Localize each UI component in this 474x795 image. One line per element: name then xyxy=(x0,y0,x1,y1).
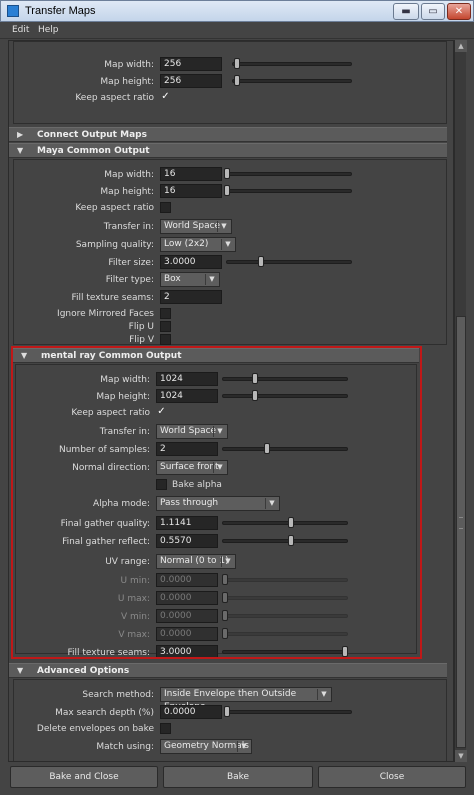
maya-flip-u-checkbox[interactable] xyxy=(160,321,171,332)
max-search-depth-label: Max search depth (%) xyxy=(55,708,154,718)
maya-filter-type-dropdown[interactable]: Box ▼ xyxy=(160,272,220,287)
maya-sampling-dropdown[interactable]: Low (2x2) ▼ xyxy=(160,237,236,252)
max-search-depth-slider[interactable] xyxy=(224,710,352,714)
max-search-depth-field[interactable]: 0.0000 xyxy=(160,705,222,719)
maya-sampling-label: Sampling quality: xyxy=(75,240,154,250)
top-section-frame: Map width: 256 Map height: 256 Keep aspe… xyxy=(13,41,447,124)
maximize-button[interactable]: ▭ xyxy=(421,3,445,20)
maya-common-header[interactable]: ▼ Maya Common Output xyxy=(9,143,447,158)
dropdown-value: World Space xyxy=(164,221,221,231)
match-using-dropdown[interactable]: Geometry Normals ▼ xyxy=(160,739,252,754)
maya-keep-aspect-checkbox[interactable] xyxy=(160,202,171,213)
minimize-button[interactable]: ▬ xyxy=(393,3,419,20)
highlight-annotation-box xyxy=(11,346,422,659)
maya-filter-size-label: Filter size: xyxy=(108,258,154,268)
keep-aspect-checkbox[interactable]: ✓ xyxy=(160,92,171,103)
maya-map-width-label: Map width: xyxy=(104,170,154,180)
map-height-slider-knob[interactable] xyxy=(234,75,240,86)
maya-fill-seams-label: Fill texture seams: xyxy=(71,293,154,303)
map-height-slider[interactable] xyxy=(232,79,352,83)
keep-aspect-label: Keep aspect ratio xyxy=(75,93,154,103)
maya-keep-aspect-label: Keep aspect ratio xyxy=(75,203,154,213)
search-method-dropdown[interactable]: Inside Envelope then Outside Envelope ▼ xyxy=(160,687,332,712)
maya-transfer-in-dropdown[interactable]: World Space ▼ xyxy=(160,219,232,234)
delete-envelopes-label: Delete envelopes on bake xyxy=(36,724,154,734)
maya-map-height-slider[interactable] xyxy=(224,189,352,193)
menu-bar: Edit Help xyxy=(0,22,474,39)
advanced-options-frame: Search method: Inside Envelope then Outs… xyxy=(13,679,447,761)
close-window-button[interactable]: ✕ xyxy=(447,3,471,20)
match-using-label: Match using: xyxy=(96,742,154,752)
window-title: Transfer Maps xyxy=(25,5,96,17)
delete-envelopes-checkbox[interactable] xyxy=(160,723,171,734)
search-method-label: Search method: xyxy=(82,690,154,700)
map-width-field[interactable]: 256 xyxy=(160,57,222,71)
title-bar: Transfer Maps ▬ ▭ ✕ xyxy=(0,0,474,22)
scroll-up-arrow-icon[interactable]: ▲ xyxy=(455,40,467,52)
maya-filter-size-slider[interactable] xyxy=(226,260,352,264)
maya-flip-u-label: Flip U xyxy=(128,322,154,332)
section-title: Connect Output Maps xyxy=(37,130,147,140)
maya-app-icon xyxy=(7,5,19,17)
map-width-slider-knob[interactable] xyxy=(234,58,240,69)
chevron-down-icon: ▼ xyxy=(209,275,215,283)
maya-filter-type-label: Filter type: xyxy=(105,275,154,285)
advanced-options-header[interactable]: ▼ Advanced Options xyxy=(9,663,447,678)
collapsed-arrow-icon: ▶ xyxy=(17,130,24,139)
scrollbar-thumb[interactable] xyxy=(456,316,466,748)
map-height-field[interactable]: 256 xyxy=(160,74,222,88)
section-title: Advanced Options xyxy=(37,666,130,676)
chevron-down-icon: ▼ xyxy=(225,240,231,248)
expanded-arrow-icon: ▼ xyxy=(17,666,24,675)
expanded-arrow-icon: ▼ xyxy=(17,146,24,155)
maya-map-height-field[interactable]: 16 xyxy=(160,184,222,198)
vertical-scrollbar[interactable]: ▲ ▼ xyxy=(454,40,467,762)
chevron-down-icon: ▼ xyxy=(241,742,247,750)
max-search-depth-slider-knob[interactable] xyxy=(224,706,230,717)
maya-filter-size-field[interactable]: 3.0000 xyxy=(160,255,222,269)
close-button[interactable]: Close xyxy=(318,766,466,788)
bake-button[interactable]: Bake xyxy=(163,766,313,788)
maya-common-frame: Map width: 16 Map height: 16 Keep aspect… xyxy=(13,159,447,345)
menu-edit[interactable]: Edit xyxy=(12,25,29,35)
maya-map-height-slider-knob[interactable] xyxy=(224,185,230,196)
maya-transfer-in-label: Transfer in: xyxy=(103,222,154,232)
dropdown-value: Box xyxy=(164,274,181,284)
maya-map-width-slider-knob[interactable] xyxy=(224,168,230,179)
map-width-slider[interactable] xyxy=(232,62,352,66)
maya-fill-seams-field[interactable]: 2 xyxy=(160,290,222,304)
scroll-down-arrow-icon[interactable]: ▼ xyxy=(455,750,467,762)
maya-flip-v-label: Flip V xyxy=(129,335,154,345)
map-width-label: Map width: xyxy=(104,60,154,70)
bake-and-close-button[interactable]: Bake and Close xyxy=(10,766,158,788)
maya-ignore-mirrored-checkbox[interactable] xyxy=(160,308,171,319)
maya-ignore-mirrored-label: Ignore Mirrored Faces xyxy=(57,309,154,319)
maya-map-width-slider[interactable] xyxy=(224,172,352,176)
chevron-down-icon: ▼ xyxy=(321,690,327,698)
grip-icon xyxy=(459,517,463,529)
map-height-label: Map height: xyxy=(100,77,154,87)
chevron-down-icon: ▼ xyxy=(221,222,227,230)
dropdown-value: Low (2x2) xyxy=(164,239,209,249)
section-title: Maya Common Output xyxy=(37,146,150,156)
attribute-panel: Map width: 256 Map height: 256 Keep aspe… xyxy=(8,40,454,762)
maya-flip-v-checkbox[interactable] xyxy=(160,334,171,345)
menu-help[interactable]: Help xyxy=(38,25,59,35)
maya-map-height-label: Map height: xyxy=(100,187,154,197)
maya-map-width-field[interactable]: 16 xyxy=(160,167,222,181)
maya-filter-size-slider-knob[interactable] xyxy=(258,256,264,267)
connect-output-header[interactable]: ▶ Connect Output Maps xyxy=(9,127,447,142)
